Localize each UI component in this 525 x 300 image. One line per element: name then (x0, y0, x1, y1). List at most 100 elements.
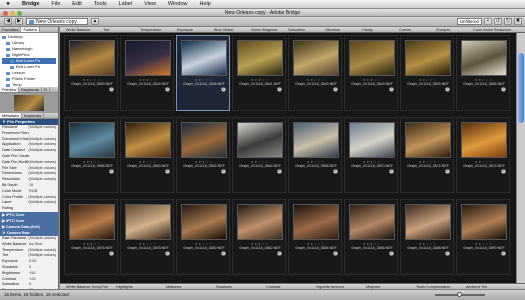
thumbnail-image[interactable] (181, 40, 227, 76)
thumbnail-cell[interactable]: ★★★☆☆ Graph_041118_3886.NEF ◐ (344, 199, 398, 275)
menu-view[interactable]: View (138, 0, 162, 9)
thumbnail-image[interactable] (237, 122, 283, 158)
vertical-scrollbar[interactable] (516, 33, 525, 283)
rotate-left-icon[interactable]: ↺ (494, 18, 502, 25)
thumbnail-cell[interactable]: ★★☆☆☆ Graph_041118_3872.NEF ◐ (400, 117, 454, 193)
thumbnail-caption: Graph_041118_3864.NEF (239, 164, 281, 168)
thumbnail-image[interactable] (237, 204, 283, 240)
thumbnail-cell[interactable]: ★★☆☆☆ Graph_041118_3868.NEF ◐ (288, 117, 342, 193)
up-folder-button[interactable]: ▲ (91, 18, 99, 25)
thumbnail-image[interactable] (461, 122, 507, 158)
thumbnail-image[interactable] (69, 204, 115, 240)
folder-path-dropdown[interactable]: New Orleans copy (26, 18, 88, 25)
thumbnail-image[interactable] (125, 40, 171, 76)
thumbnail-image[interactable] (293, 204, 339, 240)
apple-menu-icon[interactable]: ● (0, 1, 16, 7)
thumbnail-cell[interactable]: ★★☆☆☆ Graph_041118_3843.NEF ◐ (288, 35, 342, 111)
thumbnail-cell[interactable]: ★★★☆☆ Graph_041118_3876.NEF ◐ (64, 199, 118, 275)
top-header-label[interactable]: Sharpen (436, 27, 450, 33)
thumbnail-cell[interactable]: ★★☆☆☆ Graph_041118_3890.NEF ◐ (456, 199, 510, 275)
menu-help[interactable]: Help (193, 0, 216, 9)
top-header-label[interactable]: Green Magenta (251, 27, 277, 33)
thumbnail-cell[interactable]: ★★★☆☆ Graph_041118_3882.NEF ◐ (232, 199, 286, 275)
thumbnail-cell[interactable]: ★★☆☆☆ Graph_041118_3838.NEF ◐ (176, 35, 230, 111)
menu-tools[interactable]: Tools (88, 0, 113, 9)
menu-bridge[interactable]: Bridge (16, 0, 45, 9)
top-header-label[interactable]: Temperature (140, 27, 161, 33)
thumbnail-image[interactable] (69, 122, 115, 158)
zoom-window-button[interactable] (17, 10, 22, 16)
scrollbar-thumb[interactable] (518, 53, 524, 123)
thumbnail-cell[interactable]: ★★☆☆☆ Graph_041118_3853.NEF ◐ (400, 35, 454, 111)
trash-icon[interactable]: ✖ (514, 18, 522, 25)
forward-button[interactable]: ▶ (15, 18, 23, 25)
top-header-label[interactable]: Saturation (288, 27, 305, 33)
tab-folders[interactable]: Folders (21, 27, 40, 32)
thumbnail-image[interactable] (461, 40, 507, 76)
tab-preview[interactable]: Preview (0, 87, 20, 92)
thumbnail-cell[interactable]: ★★★☆☆ Graph_041118_3862.NEF ◐ (176, 117, 230, 193)
thumbnail-cell[interactable]: ★★★☆☆ Graph_041118_3870.NEF ◐ (344, 117, 398, 193)
thumbnail-image[interactable] (349, 122, 395, 158)
thumbnail-cell[interactable]: ★★☆☆☆ Graph_041118_3888.NEF ◐ (400, 199, 454, 275)
rotate-right-icon[interactable]: ↻ (504, 18, 512, 25)
thumbnail-cell[interactable]: ★★★☆☆ Graph_041118_3849.NEF ◐ (344, 35, 398, 111)
menu-window[interactable]: Window (162, 0, 194, 9)
slider-knob[interactable] (457, 292, 462, 297)
thumbnail-cell[interactable]: ★★★☆☆ Graph_041118_3824.NEF ◐ (120, 35, 174, 111)
menubar: ● Bridge File Edit Tools Label View Wind… (0, 0, 525, 9)
thumbnail-image[interactable] (349, 204, 395, 240)
menu-file[interactable]: File (45, 0, 66, 9)
thumbnail-image[interactable] (293, 122, 339, 158)
thumbnail-caption: Graph_041118_3888.NEF (407, 246, 449, 250)
thumbnail-cell[interactable]: ★★☆☆☆ Graph_041118_3860.NEF ◐ (120, 117, 174, 193)
thumbnail-cell[interactable]: ★★☆☆☆ Graph_041118_3864.NEF ◐ (232, 117, 286, 193)
thumbnail-cell[interactable]: ★★☆☆☆ Graph_041118_3884.NEF ◐ (288, 199, 342, 275)
thumbnail-image[interactable] (181, 204, 227, 240)
thumbnail-image[interactable] (293, 40, 339, 76)
top-header-label[interactable]: Curves (399, 27, 411, 33)
new-folder-icon[interactable]: + (484, 18, 492, 25)
top-header-label[interactable]: Vibrance (325, 27, 340, 33)
thumbnail-cell[interactable]: ★★★☆☆ Graph_041118_3841.NEF ◐ (232, 35, 286, 111)
thumbnail-image[interactable] (69, 40, 115, 76)
filter-dropdown[interactable]: Unfiltered (456, 18, 482, 25)
top-header-label[interactable]: Exposure (177, 27, 193, 33)
thumbnail-image[interactable] (405, 40, 451, 76)
thumbnail-image[interactable] (181, 122, 227, 158)
tab-keywords[interactable]: Keywords (22, 113, 45, 118)
tab-keywords-top[interactable]: Keywords (19, 87, 42, 92)
thumbnail-image[interactable] (237, 40, 283, 76)
tab-fi[interactable]: Fi (42, 87, 51, 92)
thumbnail-cell[interactable]: ★★☆☆☆ Graph_041118_3880.NEF ◐ (176, 199, 230, 275)
top-header-label[interactable]: Blue Yellow (214, 27, 233, 33)
back-button[interactable]: ◀ (4, 18, 12, 25)
preview-image (14, 95, 44, 111)
menu-label[interactable]: Label (113, 0, 138, 9)
metadata-list: Filename (Multiple values) Preserved Filen… (0, 125, 58, 289)
top-header-label[interactable]: Tint (103, 27, 109, 33)
close-window-button[interactable] (3, 10, 8, 16)
camera-raw-badge-icon: ◐ (165, 87, 170, 92)
thumbnail-image[interactable] (405, 122, 451, 158)
menu-edit[interactable]: Edit (66, 0, 87, 9)
top-header-label[interactable]: Color Noise Reduction (473, 27, 511, 33)
top-header-label[interactable]: Clarity (362, 27, 373, 33)
thumbnail-cell[interactable]: ★★☆☆☆ Graph_041118_3878.NEF ◐ (120, 199, 174, 275)
thumbnail-image[interactable] (125, 204, 171, 240)
camera-raw-badge-icon: ◐ (221, 169, 226, 174)
thumbnail-cell[interactable]: ★★☆☆☆ Graph_041118_3874.NEF ◐ (456, 117, 510, 193)
tab-metadata[interactable]: Metadata (0, 113, 22, 118)
thumbnail-cell[interactable]: ★★★☆☆ Graph_041118_3858.NEF ◐ (64, 117, 118, 193)
thumbnail-image[interactable] (349, 40, 395, 76)
thumbnail-image[interactable] (461, 204, 507, 240)
thumbnail-size-slider[interactable] (435, 292, 485, 297)
thumbnail-image[interactable] (405, 204, 451, 240)
thumbnail-cell[interactable]: ★★☆☆☆ Graph_041118_3859.NEF ◐ (64, 35, 118, 111)
camera-raw-badge-icon: ◐ (165, 169, 170, 174)
tab-favorites[interactable]: Favorites (0, 27, 22, 32)
thumbnail-cell[interactable]: ★★☆☆☆ Graph_041118_3856.NEF ◐ (456, 35, 510, 111)
top-header-label[interactable]: White Balance (66, 27, 90, 33)
minimize-window-button[interactable] (10, 10, 15, 16)
thumbnail-image[interactable] (125, 122, 171, 158)
